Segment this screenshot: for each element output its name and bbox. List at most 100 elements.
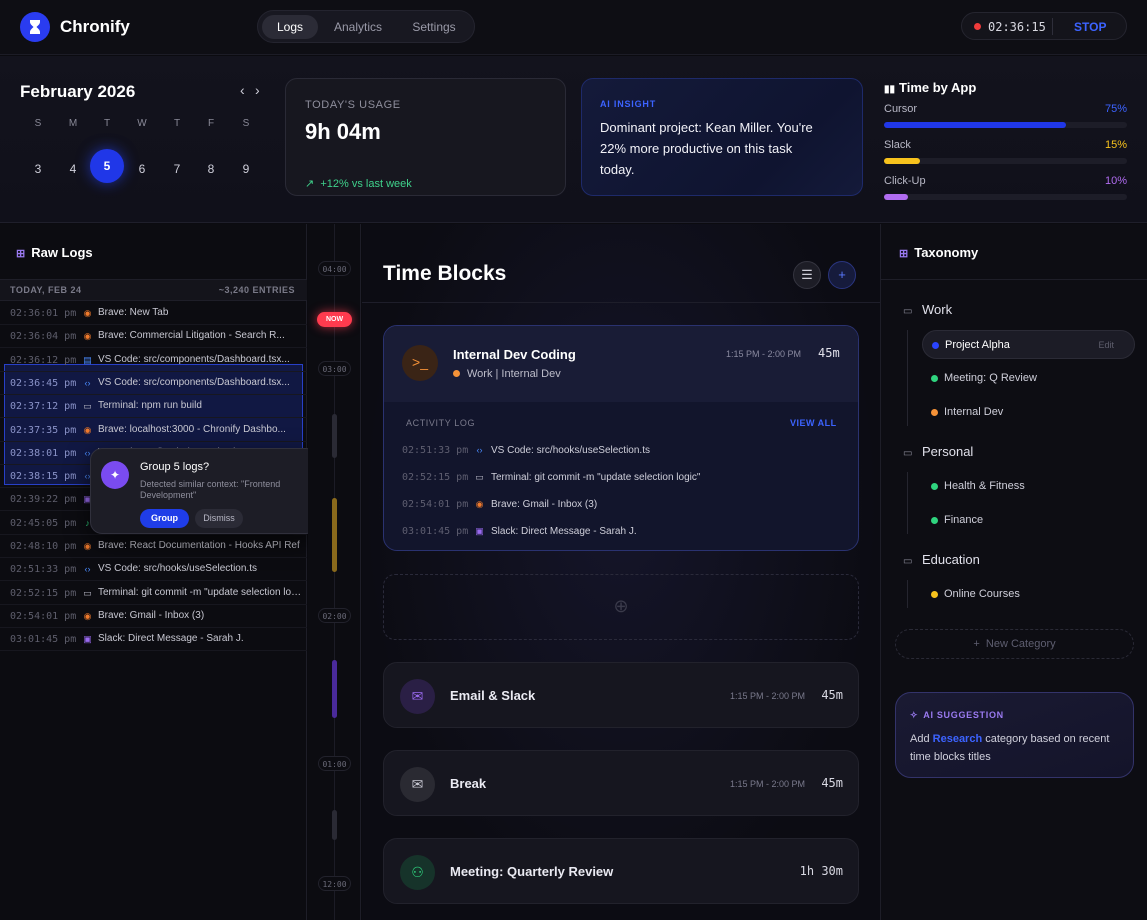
time-block-expanded[interactable]: >_ Internal Dev Coding Work | Internal D… bbox=[383, 325, 859, 551]
activity-timestamp: 02:51:33 pm bbox=[402, 445, 469, 456]
log-row[interactable]: 02:37:35 pm ◉ Brave: localhost:3000 - Chro… bbox=[0, 419, 307, 442]
category-label: Work bbox=[922, 302, 953, 317]
nav-tabs: Logs Analytics Settings bbox=[257, 10, 475, 43]
log-row[interactable]: 03:01:45 pm ▣ Slack: Direct Message - Sara… bbox=[0, 628, 307, 652]
log-row[interactable]: 02:36:12 pm ▤ VS Code: src/components/Dash… bbox=[0, 349, 307, 372]
taxonomy-title: ⊞ Taxonomy bbox=[899, 245, 978, 260]
weekday-label: W bbox=[137, 118, 147, 129]
usage-delta-text: +12% vs last week bbox=[320, 178, 412, 190]
time-block[interactable]: ✉ Break 1:15 PM - 2:00 PM 45m bbox=[383, 750, 859, 816]
ai-suggestion-card[interactable]: ✧ AI SUGGESTION Add Research category bas… bbox=[895, 692, 1134, 778]
log-text: Brave: Commercial Litigation - Search R.… bbox=[98, 330, 285, 342]
calendar-day[interactable]: 3 bbox=[21, 152, 55, 186]
file-icon: ▤ bbox=[83, 354, 92, 365]
tab-analytics[interactable]: Analytics bbox=[324, 15, 392, 39]
time-block[interactable]: ⚇ Meeting: Quarterly Review 1h 30m bbox=[383, 838, 859, 904]
taxonomy-category[interactable]: ▭ Work bbox=[903, 302, 952, 317]
log-row[interactable]: 02:36:01 pm ◉ Brave: New Tab bbox=[0, 302, 307, 325]
taxonomy-item[interactable]: Internal Dev bbox=[922, 398, 1135, 427]
calendar-day[interactable]: 9 bbox=[229, 152, 263, 186]
tab-logs[interactable]: Logs bbox=[262, 15, 318, 39]
brave-icon: ◉ bbox=[83, 308, 92, 318]
block-duration: 45m bbox=[821, 688, 843, 702]
sparkle-icon: ✦ bbox=[101, 461, 129, 489]
log-row[interactable]: 02:37:12 pm ▭ Terminal: npm run build bbox=[0, 395, 307, 419]
suggestion-keyword[interactable]: Research bbox=[933, 733, 983, 745]
layout-toggle-button[interactable]: ☰ bbox=[793, 261, 821, 289]
taxonomy-item[interactable]: Meeting: Q Review bbox=[922, 364, 1135, 393]
category-color-dot bbox=[932, 342, 939, 349]
time-block[interactable]: ✉ Email & Slack 1:15 PM - 2:00 PM 45m bbox=[383, 662, 859, 728]
usage-value: 9h 04m bbox=[305, 119, 381, 144]
tracking-timer: 02:36:15 STOP bbox=[961, 12, 1127, 40]
timer-value: 02:36:15 bbox=[988, 20, 1046, 34]
log-row[interactable]: 02:54:01 pm ◉ Brave: Gmail - Inbox (3) bbox=[0, 605, 307, 628]
next-month-button[interactable]: › bbox=[255, 82, 260, 98]
taxonomy-item[interactable]: Online Courses bbox=[922, 580, 1135, 609]
code-icon: ‹› bbox=[476, 445, 483, 455]
usage-bar-track bbox=[884, 158, 1127, 164]
log-timestamp: 02:38:15 pm bbox=[10, 471, 77, 483]
taxonomy-item[interactable]: Finance bbox=[922, 506, 1135, 535]
log-row[interactable]: 02:52:15 pm ▭ Terminal: git commit -m "upd… bbox=[0, 582, 307, 605]
code-icon: ‹› bbox=[84, 564, 91, 575]
view-all-link[interactable]: VIEW ALL bbox=[790, 418, 837, 428]
group-button[interactable]: Group bbox=[140, 509, 189, 528]
taxonomy-category[interactable]: ▭ Education bbox=[903, 552, 980, 567]
timeline-segment[interactable] bbox=[332, 498, 337, 572]
app-title: Chronify bbox=[60, 17, 130, 36]
activity-row[interactable]: 02:54:01 pm ◉ Brave: Gmail - Inbox (3) bbox=[402, 496, 842, 516]
timeline-segment[interactable] bbox=[332, 660, 337, 718]
stop-button[interactable]: STOP bbox=[1074, 20, 1106, 34]
activity-row[interactable]: 02:52:15 pm ▭ Terminal: git commit -m "upd… bbox=[402, 469, 842, 489]
calendar-day[interactable]: 4 bbox=[56, 152, 90, 186]
app-usage-row: Click-Up 10% bbox=[884, 175, 1127, 205]
timeline-segment[interactable] bbox=[332, 414, 337, 458]
log-timestamp: 02:36:45 pm bbox=[10, 377, 77, 389]
log-timestamp: 02:51:33 pm bbox=[10, 564, 77, 576]
log-row[interactable]: 02:36:45 pm ‹› VS Code: src/components/Das… bbox=[0, 372, 307, 395]
taxonomy-item[interactable]: Project Alpha Edit bbox=[922, 330, 1135, 359]
edit-button[interactable]: Edit bbox=[1098, 340, 1114, 350]
log-date-header: TODAY, FEB 24 ~3,240 ENTRIES bbox=[0, 279, 307, 301]
category-color-dot bbox=[931, 517, 938, 524]
calendar-day[interactable]: 6 bbox=[125, 152, 159, 186]
log-text: Brave: Gmail - Inbox (3) bbox=[98, 609, 205, 621]
new-category-button[interactable]: + New Category bbox=[895, 629, 1134, 659]
mail-icon: ✉ bbox=[400, 767, 435, 802]
calendar-day[interactable]: 7 bbox=[160, 152, 194, 186]
log-row[interactable]: 02:48:10 pm ◉ Brave: React Documentation -… bbox=[0, 535, 307, 558]
taxonomy-item[interactable]: Health & Fitness bbox=[922, 472, 1135, 501]
divider bbox=[1052, 18, 1053, 35]
tab-settings[interactable]: Settings bbox=[400, 15, 468, 39]
usage-bar-fill bbox=[884, 194, 908, 200]
divider bbox=[881, 279, 1147, 280]
taxonomy-item-label: Online Courses bbox=[944, 588, 1020, 600]
activity-row[interactable]: 03:01:45 pm ▣ Slack: Direct Message - Sara… bbox=[402, 523, 842, 543]
ai-insight-card: AI INSIGHT Dominant project: Kean Miller… bbox=[581, 78, 863, 196]
calendar-day-selected[interactable]: 5 bbox=[90, 149, 124, 183]
add-block-dropzone[interactable]: ⊕ bbox=[383, 574, 859, 640]
log-timestamp: 02:48:10 pm bbox=[10, 541, 77, 552]
block-category: Work | Internal Dev bbox=[453, 368, 561, 380]
timeline-hour: 04:00 bbox=[318, 261, 351, 276]
terminal-icon: >_ bbox=[402, 345, 438, 381]
ai-suggestion-text: Add Research category based on recent ti… bbox=[910, 730, 1120, 766]
taxonomy-category[interactable]: ▭ Personal bbox=[903, 444, 973, 459]
log-timestamp: 02:39:22 pm bbox=[10, 494, 77, 506]
raw-logs-title-text: Raw Logs bbox=[31, 245, 93, 260]
log-row[interactable]: 02:36:04 pm ◉ Brave: Commercial Litigation… bbox=[0, 325, 307, 349]
usage-bar-track bbox=[884, 122, 1127, 128]
prev-month-button[interactable]: ‹ bbox=[240, 82, 245, 98]
log-entry-count: ~3,240 ENTRIES bbox=[218, 285, 295, 295]
calendar-day[interactable]: 8 bbox=[194, 152, 228, 186]
timeline-segment[interactable] bbox=[332, 810, 337, 840]
activity-row[interactable]: 02:51:33 pm ‹› VS Code: src/hooks/useSelec… bbox=[402, 442, 842, 462]
taxonomy-panel: ⊞ Taxonomy ▭ Work Project Alpha Edit Meeting:… bbox=[880, 224, 1147, 920]
dismiss-button[interactable]: Dismiss bbox=[195, 509, 243, 528]
bar-chart-icon: ▮▮ bbox=[884, 84, 896, 95]
log-text: Terminal: git commit -m "update selectio… bbox=[98, 586, 304, 598]
add-block-button[interactable]: + bbox=[828, 261, 856, 289]
log-text: VS Code: src/hooks/useSelection.ts bbox=[98, 563, 257, 575]
log-row[interactable]: 02:51:33 pm ‹› VS Code: src/hooks/useSelec… bbox=[0, 558, 307, 582]
